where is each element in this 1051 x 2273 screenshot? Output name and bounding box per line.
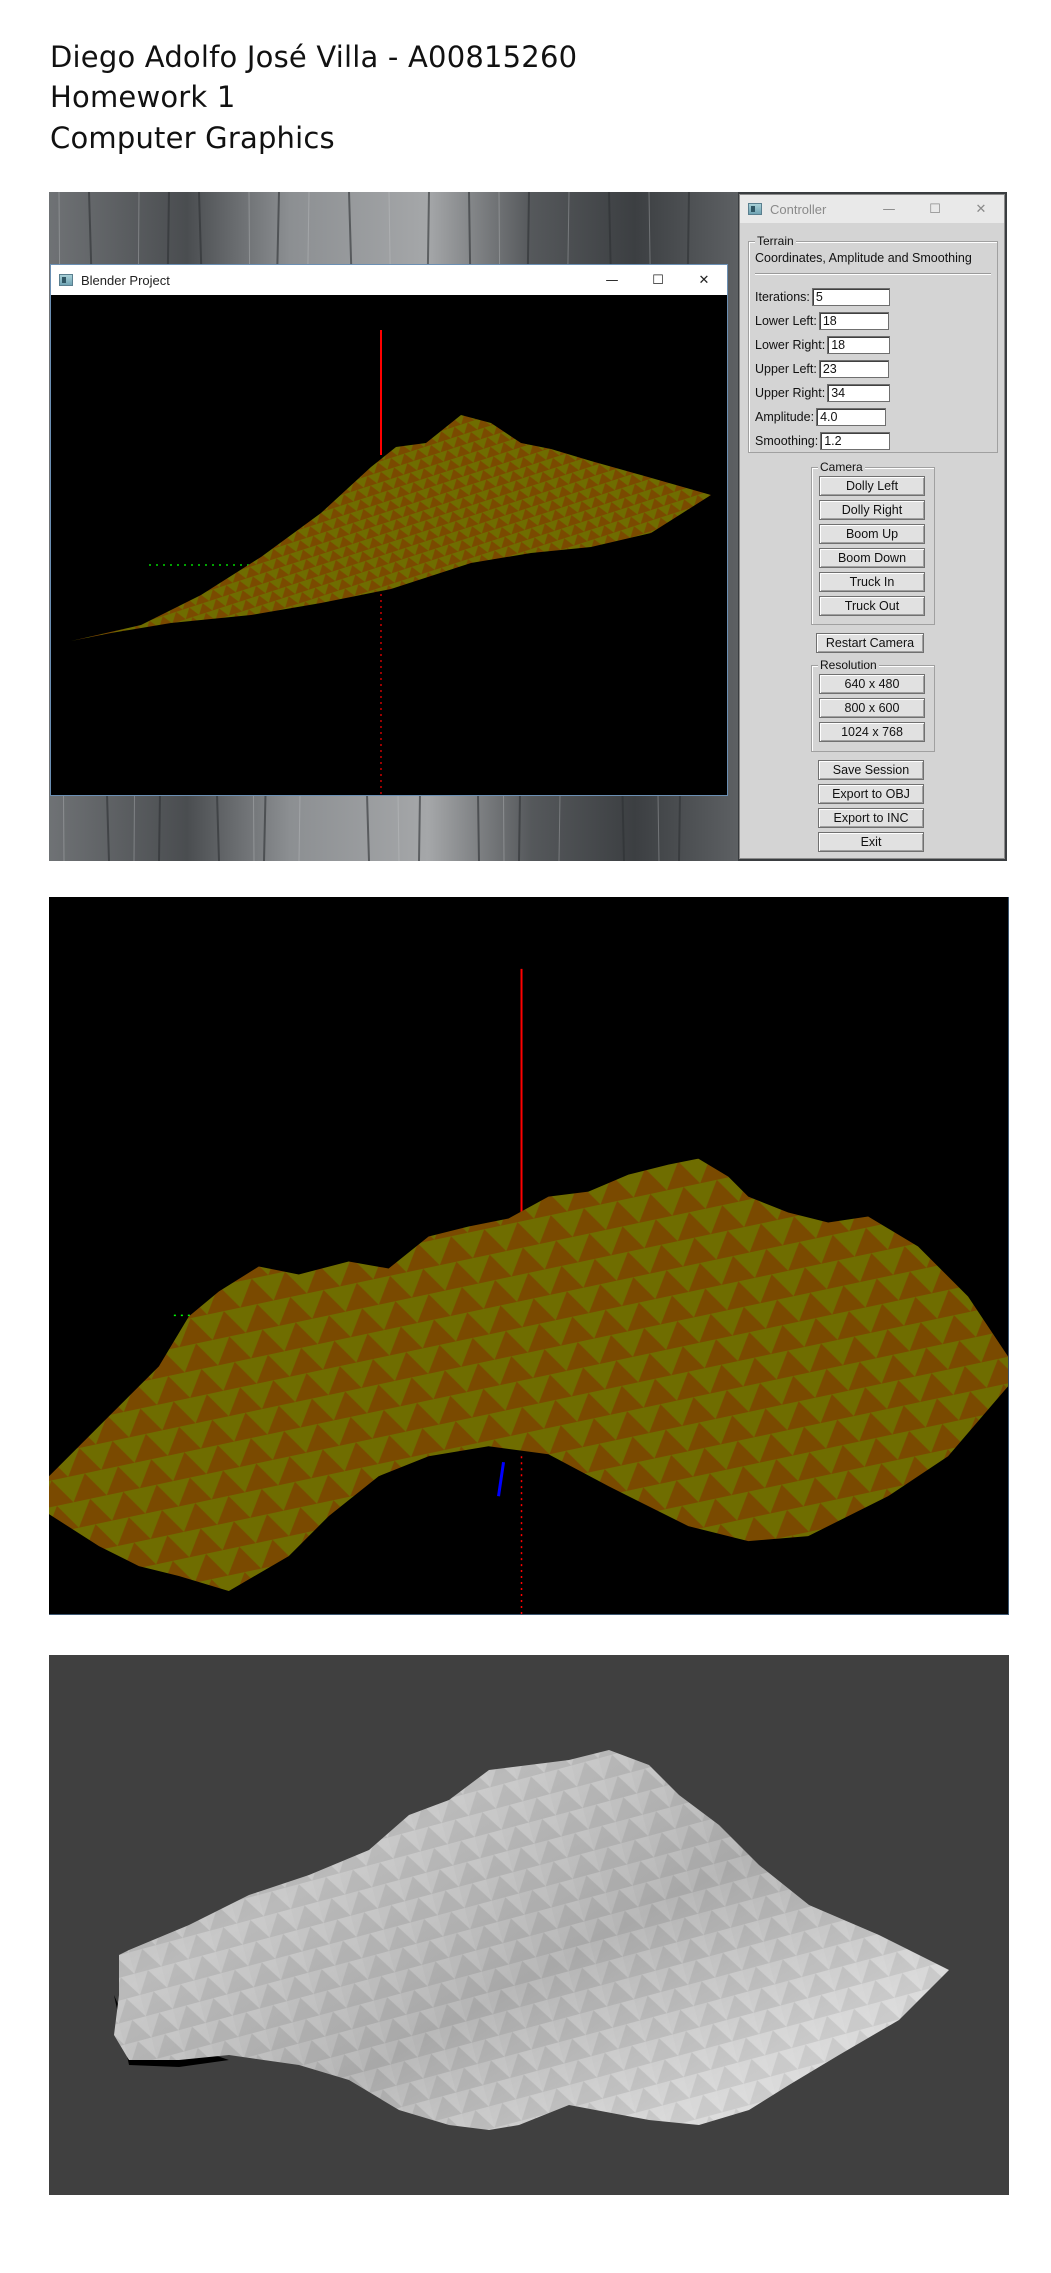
- export-obj-button[interactable]: Export to OBJ: [818, 784, 924, 804]
- amplitude-label: Amplitude:: [755, 410, 815, 424]
- camera-group: Camera Dolly Left Dolly Right Boom Up Bo…: [811, 460, 935, 625]
- boom-down-button[interactable]: Boom Down: [819, 548, 925, 568]
- upper-right-label: Upper Right:: [755, 386, 826, 400]
- iterations-label: Iterations:: [755, 290, 810, 304]
- export-inc-button[interactable]: Export to INC: [818, 808, 924, 828]
- minimize-icon[interactable]: —: [866, 195, 912, 223]
- terrain-separator: [755, 273, 991, 275]
- restart-camera-button[interactable]: Restart Camera: [816, 633, 924, 653]
- course-heading: Computer Graphics: [50, 121, 335, 155]
- controller-window-title: Controller: [770, 201, 827, 217]
- author-heading: Diego Adolfo José Villa - A00815260: [50, 40, 578, 74]
- truck-in-button[interactable]: Truck In: [819, 572, 925, 592]
- blender-project-window: Blender Project — ☐ ✕: [50, 264, 728, 796]
- homework-heading: Homework 1: [50, 80, 236, 114]
- terrain-group: Terrain Coordinates, Amplitude and Smoot…: [748, 234, 998, 453]
- lower-right-field[interactable]: 18: [827, 336, 891, 354]
- lower-right-label: Lower Right:: [755, 338, 826, 352]
- lower-left-field[interactable]: 18: [818, 312, 889, 330]
- window-app-icon: [748, 203, 762, 215]
- save-session-button[interactable]: Save Session: [818, 760, 924, 780]
- maximize-icon[interactable]: ☐: [635, 265, 681, 295]
- close-icon[interactable]: ✕: [681, 265, 727, 295]
- controller-window: Controller — ☐ ✕ Terrain Coordinates, Am…: [739, 194, 1005, 859]
- upper-right-field[interactable]: 34: [827, 384, 891, 402]
- dolly-left-button[interactable]: Dolly Left: [819, 476, 925, 496]
- lower-left-label: Lower Left:: [755, 314, 817, 328]
- minimize-icon[interactable]: —: [589, 265, 635, 295]
- blender-window-title: Blender Project: [81, 272, 170, 288]
- resolution-group: Resolution 640 x 480 800 x 600 1024 x 76…: [811, 658, 935, 752]
- window-app-icon: [59, 274, 73, 286]
- upper-left-field[interactable]: 23: [818, 360, 889, 378]
- close-icon[interactable]: ✕: [958, 195, 1004, 223]
- upper-left-label: Upper Left:: [755, 362, 817, 376]
- terrain-shaded-render: [49, 1655, 1009, 2195]
- smoothing-field[interactable]: 1.2: [820, 432, 891, 450]
- dolly-right-button[interactable]: Dolly Right: [819, 500, 925, 520]
- amplitude-field[interactable]: 4.0: [816, 408, 887, 426]
- terrain-subtitle: Coordinates, Amplitude and Smoothing: [755, 251, 972, 265]
- terrain-group-label: Terrain: [755, 234, 796, 248]
- terrain-viewport[interactable]: [51, 295, 727, 795]
- blender-titlebar[interactable]: Blender Project — ☐ ✕: [51, 265, 727, 295]
- resolution-800-button[interactable]: 800 x 600: [819, 698, 925, 718]
- terrain-closeup-render: [49, 897, 1009, 1615]
- maximize-icon[interactable]: ☐: [912, 195, 958, 223]
- smoothing-label: Smoothing:: [755, 434, 819, 448]
- resolution-group-label: Resolution: [818, 658, 879, 672]
- controller-titlebar[interactable]: Controller — ☐ ✕: [740, 195, 1004, 223]
- resolution-1024-button[interactable]: 1024 x 768: [819, 722, 925, 742]
- desktop-screenshot: Blender Project — ☐ ✕ Controller — ☐ ✕ T…: [49, 192, 1007, 861]
- exit-button[interactable]: Exit: [818, 832, 924, 852]
- camera-group-label: Camera: [818, 460, 865, 474]
- truck-out-button[interactable]: Truck Out: [819, 596, 925, 616]
- resolution-640-button[interactable]: 640 x 480: [819, 674, 925, 694]
- boom-up-button[interactable]: Boom Up: [819, 524, 925, 544]
- iterations-field[interactable]: 5: [811, 288, 890, 306]
